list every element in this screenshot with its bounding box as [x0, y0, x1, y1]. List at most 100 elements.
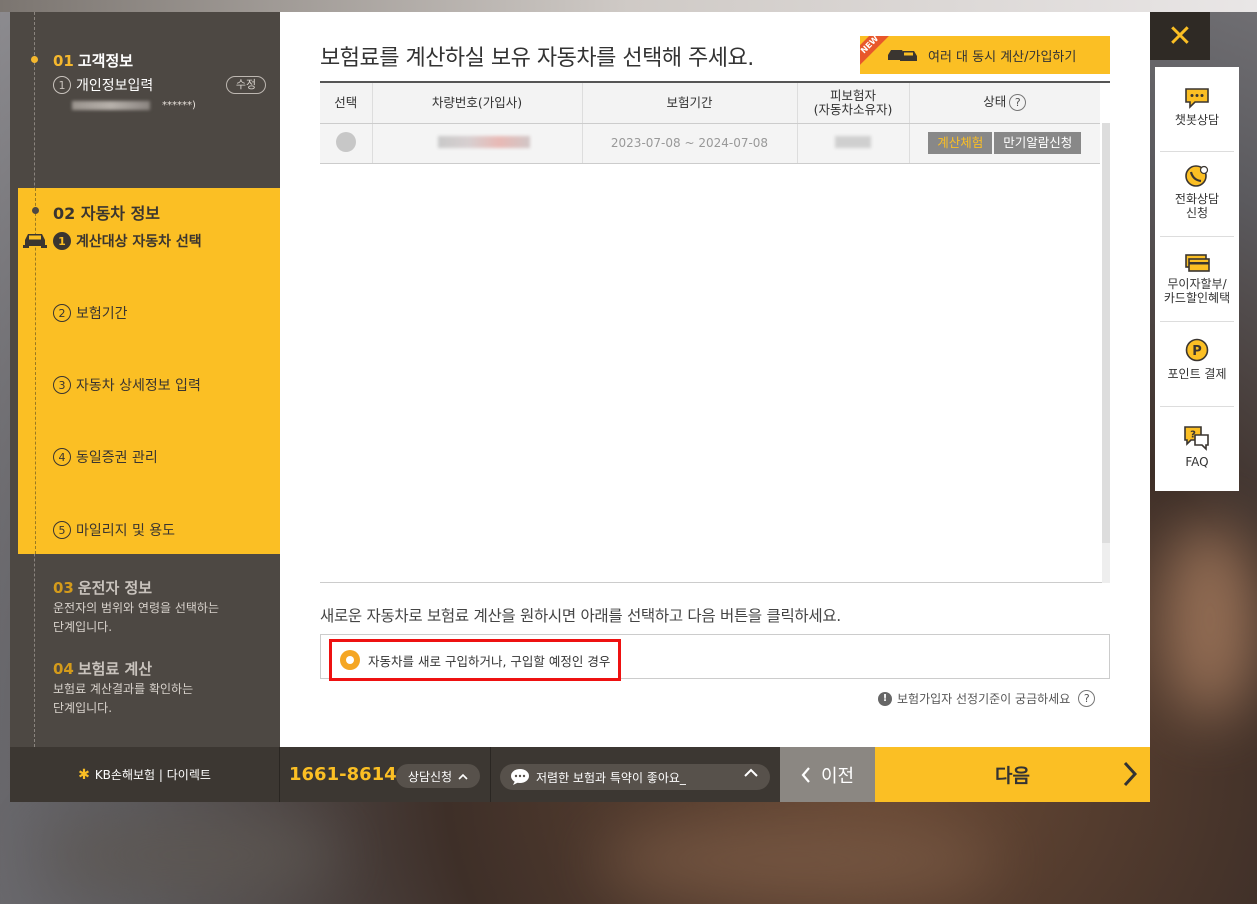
step-desc-line: 보험료 계산결과를 확인하는: [53, 682, 194, 696]
installment-label-2: 카드할인혜택: [1163, 291, 1231, 305]
new-car-option-box: 자동차를 새로 구입하거나, 구입할 예정인 경우: [320, 634, 1110, 681]
sub-label: 개인정보입력: [76, 78, 154, 94]
vehicle-table: 선택 차량번호(가입사) 보험기간 피보험자 (자동차소유자) 상태? 2023…: [320, 81, 1110, 583]
faq-icon: ?: [1184, 426, 1209, 451]
brand-logo: ✱ KB손해보험 | 다이렉트: [10, 747, 280, 802]
step-number: 01: [53, 52, 74, 70]
installment-label-1: 무이자할부/: [1167, 277, 1227, 291]
step-number: 02: [53, 204, 76, 223]
sub-number: 1: [53, 76, 71, 94]
criteria-link[interactable]: ! 보험가입자 선정기준이 궁금하세요 ?: [878, 690, 1096, 707]
background-blob: [40, 810, 340, 900]
row-status: 계산체험 만기알람신청: [909, 123, 1100, 164]
phone-label-2: 신청: [1185, 206, 1209, 220]
sub-number: 4: [53, 448, 71, 466]
sub-label: 보험기간: [76, 306, 128, 322]
chat-bubble-icon: [1185, 88, 1209, 109]
table-scrollbar[interactable]: [1102, 123, 1110, 583]
next-label: 다음: [995, 765, 1030, 787]
main-content: 보험료를 계산하실 보유 자동차를 선택해 주세요. NEW 여러 대 동시 계…: [280, 12, 1150, 747]
speech-bubble-icon: [511, 769, 529, 785]
sub-step-period: 2 보험기간: [53, 303, 128, 323]
active-step-panel: 02 자동차 정보 1 계산대상 자동차 선택 2 보험기간 3 자동차 상세정…: [18, 188, 280, 554]
masked-insured: [835, 135, 871, 148]
masked-personal-info: ******): [72, 100, 196, 111]
point-label: 포인트 결제: [1167, 367, 1227, 381]
point-icon: P: [1185, 338, 1209, 362]
row-radio[interactable]: [320, 123, 373, 164]
vehicle-table-grid: 선택 차량번호(가입사) 보험기간 피보험자 (자동차소유자) 상태? 2023…: [320, 83, 1100, 164]
chatbot-item[interactable]: 챗봇상담: [1160, 87, 1234, 127]
radio-selected[interactable]: [340, 650, 360, 670]
new-car-instruction: 새로운 자동차로 보험료 계산을 원하시면 아래를 선택하고 다음 버튼을 클릭…: [320, 607, 841, 625]
calc-trial-button[interactable]: 계산체험: [928, 132, 993, 154]
step-1-sub: 1 개인정보입력: [53, 75, 153, 95]
step-desc-line: 운전자의 범위와 연령을 선택하는: [53, 601, 220, 615]
chat-prompt[interactable]: 저렴한 보험과 특약이 좋아요_: [500, 764, 770, 790]
faq-label: FAQ: [1185, 455, 1209, 469]
multi-calc-label: 여러 대 동시 계산/가입하기: [928, 49, 1077, 65]
step-1-title: 01 고객정보: [53, 50, 133, 71]
chat-prompt-label: 저렴한 보험과 특약이 좋아요_: [536, 770, 686, 785]
col-select: 선택: [320, 83, 373, 124]
masked-blur: [72, 100, 150, 110]
quick-menu: 챗봇상담 전화상담 신청 무이자할부/ 카드할인혜택 P 포인트 결제 ? FA…: [1155, 67, 1239, 491]
new-car-option[interactable]: 자동차를 새로 구입하거나, 구입할 예정인 경우: [329, 639, 621, 681]
table-row[interactable]: 2023-07-08 ~ 2024-07-08 계산체험 만기알람신청: [320, 123, 1100, 164]
phone-number: 1661-8614: [289, 764, 397, 785]
sub-number: 5: [53, 521, 71, 539]
new-car-option-label: 자동차를 새로 구입하거나, 구입할 예정인 경우: [368, 653, 611, 669]
phone-consult-item[interactable]: 전화상담 신청: [1160, 164, 1234, 220]
info-icon: !: [878, 691, 892, 706]
radio-button[interactable]: [335, 131, 356, 152]
divider: [1160, 321, 1234, 322]
sub-label: 자동차 상세정보 입력: [76, 378, 201, 394]
point-pay-item[interactable]: P 포인트 결제: [1160, 337, 1234, 381]
background-blob: [1160, 520, 1257, 720]
step-desc-line: 단계입니다.: [53, 701, 113, 715]
sub-number: 1: [53, 232, 71, 250]
step-2-title: 02 자동차 정보: [53, 200, 160, 224]
consult-button[interactable]: 상담신청: [396, 764, 480, 788]
installment-item[interactable]: 무이자할부/ 카드할인혜택: [1160, 253, 1234, 305]
faq-item[interactable]: ? FAQ: [1160, 425, 1234, 469]
col-plate: 차량번호(가입사): [372, 83, 583, 124]
step-3-title: 03 운전자 정보: [53, 577, 152, 598]
step-label: 운전자 정보: [77, 579, 153, 597]
background-blob: [600, 820, 1000, 900]
consult-label: 상담신청: [407, 769, 453, 784]
divider: [1160, 406, 1234, 407]
car-icon: [23, 234, 47, 248]
page-title: 보험료를 계산하실 보유 자동차를 선택해 주세요.: [320, 46, 754, 71]
background-top: [0, 0, 1257, 12]
sub-number: 3: [53, 376, 71, 394]
svg-text:P: P: [1192, 344, 1202, 359]
sub-label: 마일리지 및 용도: [76, 523, 176, 539]
next-button[interactable]: 다음: [875, 747, 1150, 802]
row-period: 2023-07-08 ~ 2024-07-08: [582, 123, 798, 164]
step-label: 보험료 계산: [77, 660, 153, 678]
row-insured: [797, 123, 910, 164]
step-4-desc: 보험료 계산결과를 확인하는 단계입니다.: [53, 680, 193, 718]
multi-calc-button[interactable]: NEW 여러 대 동시 계산/가입하기: [860, 36, 1110, 74]
step-number: 03: [53, 579, 74, 597]
expiry-alarm-button[interactable]: 만기알람신청: [994, 132, 1082, 154]
chevron-left-icon: [801, 766, 810, 783]
logo-text: KB손해보험 | 다이렉트: [94, 768, 211, 782]
prev-label: 이전: [820, 765, 855, 787]
prev-button[interactable]: 이전: [780, 747, 875, 802]
sub-step-select-car[interactable]: 1 계산대상 자동차 선택: [53, 231, 202, 251]
help-icon[interactable]: ?: [1078, 690, 1096, 707]
masked-plate: [437, 135, 530, 148]
edit-button[interactable]: 수정: [226, 76, 266, 94]
chatbot-label: 챗봇상담: [1174, 113, 1220, 127]
help-icon[interactable]: ?: [1009, 94, 1027, 112]
close-button[interactable]: ✕: [1150, 12, 1210, 60]
step-label: 고객정보: [77, 52, 134, 70]
chevron-right-icon: [1123, 761, 1138, 787]
divider: [1160, 151, 1234, 152]
scroll-thumb[interactable]: [1102, 123, 1110, 543]
step-desc-line: 단계입니다.: [53, 620, 113, 634]
col-insured-line2: (자동차소유자): [813, 101, 893, 117]
step-dot: [31, 56, 38, 63]
